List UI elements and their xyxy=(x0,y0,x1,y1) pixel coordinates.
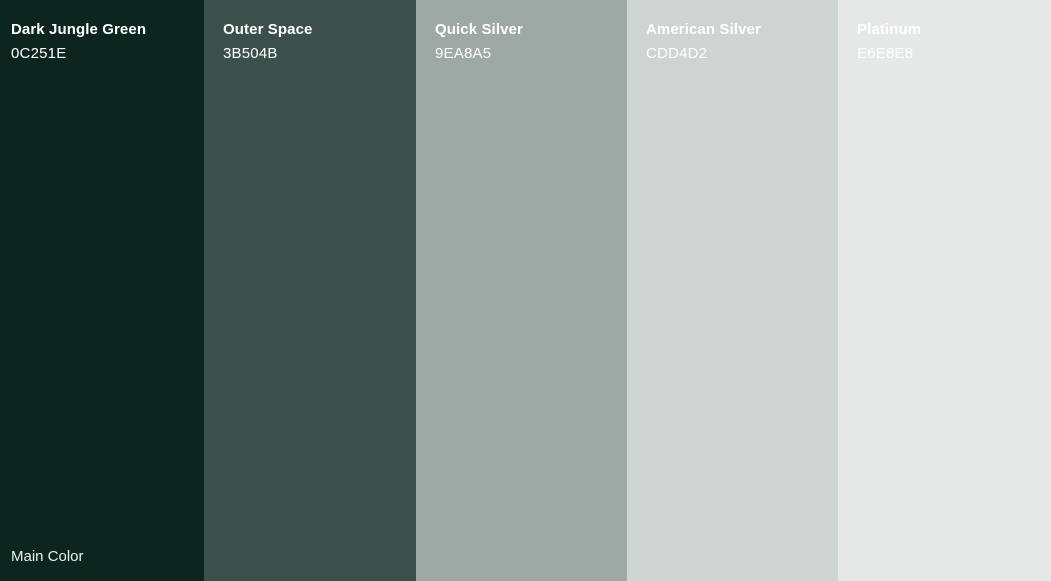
swatch-american-silver[interactable]: American Silver CDD4D2 xyxy=(627,0,838,581)
swatch-hex: 0C251E xyxy=(11,45,67,62)
swatch-hex: E6E8E8 xyxy=(857,45,914,62)
main-color-label: Main Color xyxy=(11,548,84,565)
swatch-dark-jungle-green[interactable]: Dark Jungle Green 0C251E Main Color xyxy=(0,0,204,581)
swatch-platinum[interactable]: Platinum E6E8E8 xyxy=(838,0,1051,581)
swatch-name: Quick Silver xyxy=(435,21,523,38)
swatch-name: Platinum xyxy=(857,21,922,38)
swatch-name: Dark Jungle Green xyxy=(11,21,147,38)
swatch-name: American Silver xyxy=(646,21,761,38)
swatch-hex: 9EA8A5 xyxy=(435,45,492,62)
color-palette: Dark Jungle Green 0C251E Main Color Oute… xyxy=(0,0,1051,581)
swatch-hex: 3B504B xyxy=(223,45,278,62)
swatch-name: Outer Space xyxy=(223,21,313,38)
swatch-hex: CDD4D2 xyxy=(646,45,708,62)
swatch-outer-space[interactable]: Outer Space 3B504B xyxy=(204,0,416,581)
swatch-quick-silver[interactable]: Quick Silver 9EA8A5 xyxy=(416,0,627,581)
